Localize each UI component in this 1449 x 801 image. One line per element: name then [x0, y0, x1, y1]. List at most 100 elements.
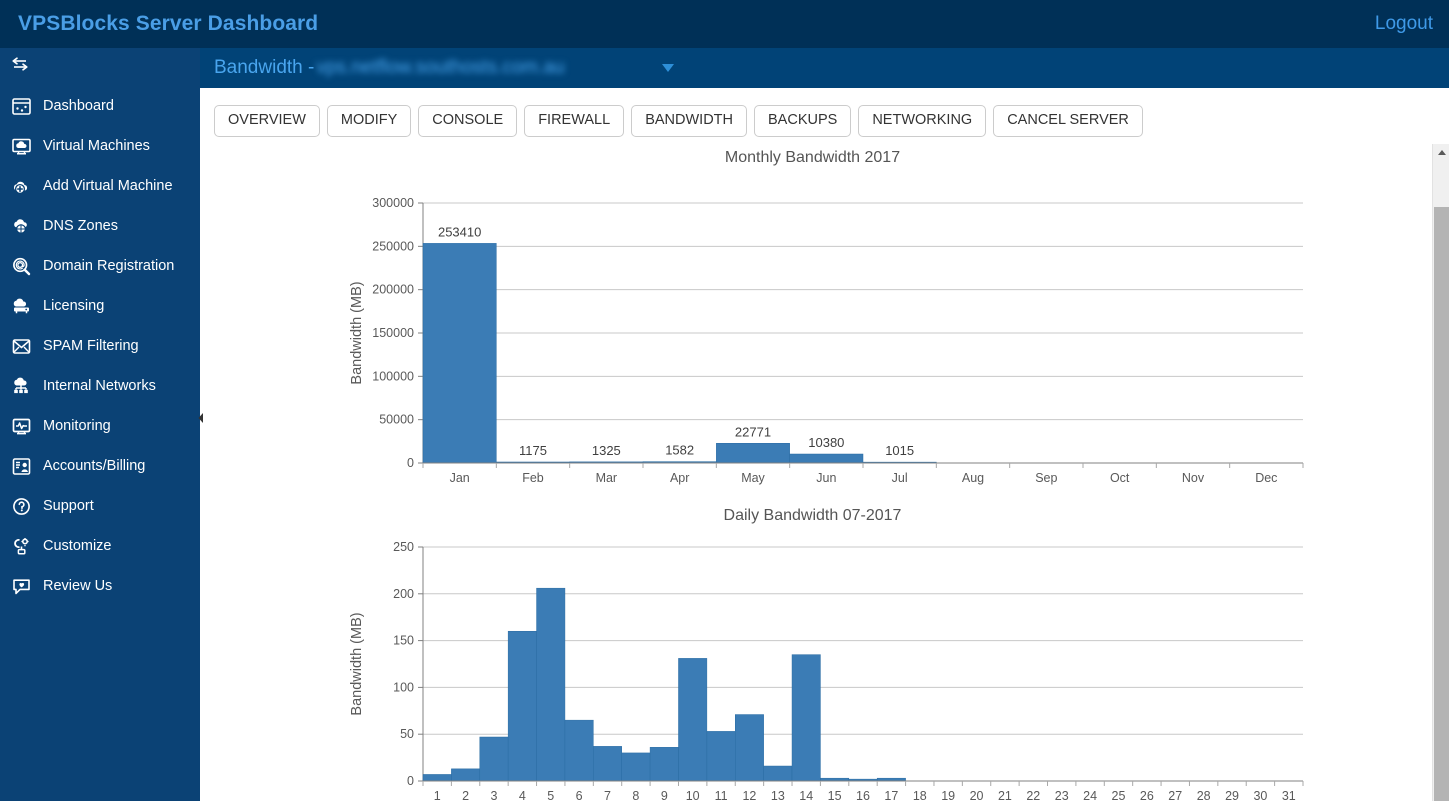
svg-text:Nov: Nov	[1181, 471, 1204, 485]
app-brand-title: VPSBlocks Server Dashboard	[0, 12, 318, 36]
svg-text:22771: 22771	[734, 424, 770, 439]
svg-text:100: 100	[393, 680, 414, 694]
sidebar-item-label: Support	[43, 499, 94, 514]
sidebar-item-add-virtual-machine[interactable]: Add Virtual Machine	[0, 166, 200, 206]
tab-modify[interactable]: MODIFY	[327, 105, 411, 137]
sidebar-item-customize[interactable]: Customize	[0, 526, 200, 566]
tab-console[interactable]: CONSOLE	[418, 105, 517, 137]
chevron-down-icon[interactable]	[662, 64, 674, 72]
svg-text:10: 10	[685, 789, 699, 801]
page-title-bar: Bandwidth -vps.netflow.southosts.com.au	[200, 48, 1449, 88]
svg-text:Jun: Jun	[816, 471, 836, 485]
tab-backups[interactable]: BACKUPS	[754, 105, 851, 137]
svg-text:200000: 200000	[372, 282, 414, 296]
sidebar-item-accounts-billing[interactable]: Accounts/Billing	[0, 446, 200, 486]
svg-text:12: 12	[742, 789, 756, 801]
sidebar-collapse-handle[interactable]	[195, 405, 207, 431]
svg-text:Jul: Jul	[891, 471, 907, 485]
cloud-globe-icon	[9, 215, 33, 237]
svg-text:22: 22	[1026, 789, 1040, 801]
svg-text:5: 5	[547, 789, 554, 801]
svg-text:20: 20	[969, 789, 983, 801]
svg-text:10380: 10380	[808, 435, 844, 450]
svg-text:13: 13	[770, 789, 784, 801]
svg-text:Apr: Apr	[669, 471, 688, 485]
scroll-up-button[interactable]	[1433, 144, 1449, 161]
daily-bandwidth-chart: Daily Bandwidth 07-2017 0501001502002501…	[200, 501, 1425, 801]
svg-text:150000: 150000	[372, 326, 414, 340]
sidebar-item-support[interactable]: Support	[0, 486, 200, 526]
svg-text:250000: 250000	[372, 239, 414, 253]
svg-text:Aug: Aug	[961, 471, 983, 485]
daily-bandwidth-plot: 0501001502002501234567891011121314151617…	[308, 529, 1318, 801]
svg-text:1: 1	[433, 789, 440, 801]
sidebar-item-dashboard[interactable]: Dashboard	[0, 86, 200, 126]
svg-text:Dec: Dec	[1255, 471, 1277, 485]
envelope-filter-icon	[9, 335, 33, 357]
svg-text:31: 31	[1281, 789, 1295, 801]
sidebar-item-review-us[interactable]: Review Us	[0, 566, 200, 606]
svg-text:19: 19	[941, 789, 955, 801]
sidebar-item-virtual-machines[interactable]: Virtual Machines	[0, 126, 200, 166]
exchange-arrows-icon	[10, 57, 30, 78]
svg-text:1015: 1015	[885, 443, 914, 458]
svg-text:Bandwidth (MB): Bandwidth (MB)	[349, 281, 365, 384]
svg-text:29: 29	[1225, 789, 1239, 801]
monthly-bandwidth-plot: 050000100000150000200000250000300000JanF…	[308, 171, 1318, 501]
speech-heart-icon	[9, 575, 33, 597]
svg-text:50: 50	[400, 727, 414, 741]
svg-text:1175: 1175	[519, 442, 547, 457]
dashboard-window-icon	[9, 95, 33, 117]
svg-text:25: 25	[1111, 789, 1125, 801]
svg-text:18: 18	[912, 789, 926, 801]
question-circle-icon	[9, 495, 33, 517]
account-person-icon	[9, 455, 33, 477]
svg-text:Oct: Oct	[1109, 471, 1129, 485]
tab-bandwidth[interactable]: BANDWIDTH	[631, 105, 747, 137]
page-title: Bandwidth -vps.netflow.southosts.com.au	[200, 57, 565, 79]
svg-text:1325: 1325	[591, 442, 620, 457]
svg-text:1582: 1582	[665, 442, 694, 457]
scrollbar-thumb[interactable]	[1434, 207, 1449, 801]
svg-text:26: 26	[1139, 789, 1153, 801]
sidebar-item-label: Accounts/Billing	[43, 459, 145, 474]
logout-link[interactable]: Logout	[1375, 13, 1449, 35]
tab-overview[interactable]: OVERVIEW	[214, 105, 320, 137]
svg-text:27: 27	[1168, 789, 1182, 801]
sidebar-nav: Dashboard Virtual Machines Add Virtual M…	[0, 48, 200, 801]
sidebar-item-label: Licensing	[43, 299, 104, 314]
sidebar-item-domain-registration[interactable]: Domain Registration	[0, 246, 200, 286]
chart-title: Daily Bandwidth 07-2017	[200, 501, 1425, 529]
sidebar-toggle-button[interactable]	[0, 48, 200, 86]
tab-firewall[interactable]: FIREWALL	[524, 105, 624, 137]
sidebar-item-label: Monitoring	[43, 419, 111, 434]
sidebar-item-licensing[interactable]: Licensing	[0, 286, 200, 326]
sidebar-item-spam-filtering[interactable]: SPAM Filtering	[0, 326, 200, 366]
svg-text:0: 0	[407, 456, 414, 470]
gear-tool-icon	[9, 535, 33, 557]
svg-text:6: 6	[575, 789, 582, 801]
content-vertical-scrollbar[interactable]	[1432, 144, 1449, 801]
sidebar-item-monitoring[interactable]: Monitoring	[0, 406, 200, 446]
svg-text:50000: 50000	[379, 412, 414, 426]
svg-text:0: 0	[407, 774, 414, 788]
svg-text:24: 24	[1083, 789, 1097, 801]
tab-cancel-server[interactable]: CANCEL SERVER	[993, 105, 1143, 137]
sidebar-item-label: Add Virtual Machine	[43, 179, 173, 194]
sidebar-item-label: Dashboard	[43, 99, 114, 114]
svg-text:Bandwidth (MB): Bandwidth (MB)	[349, 612, 365, 715]
svg-text:21: 21	[997, 789, 1011, 801]
svg-text:2: 2	[462, 789, 469, 801]
svg-text:4: 4	[518, 789, 525, 801]
svg-text:11: 11	[714, 789, 727, 801]
svg-text:100000: 100000	[372, 369, 414, 383]
svg-text:253410: 253410	[437, 224, 480, 239]
sidebar-item-dns-zones[interactable]: DNS Zones	[0, 206, 200, 246]
sidebar-item-internal-networks[interactable]: Internal Networks	[0, 366, 200, 406]
tab-networking[interactable]: NETWORKING	[858, 105, 986, 137]
svg-text:Sep: Sep	[1035, 471, 1057, 485]
svg-text:May: May	[741, 471, 765, 485]
monitor-pulse-icon	[9, 415, 33, 437]
svg-text:9: 9	[660, 789, 667, 801]
svg-text:30: 30	[1253, 789, 1267, 801]
